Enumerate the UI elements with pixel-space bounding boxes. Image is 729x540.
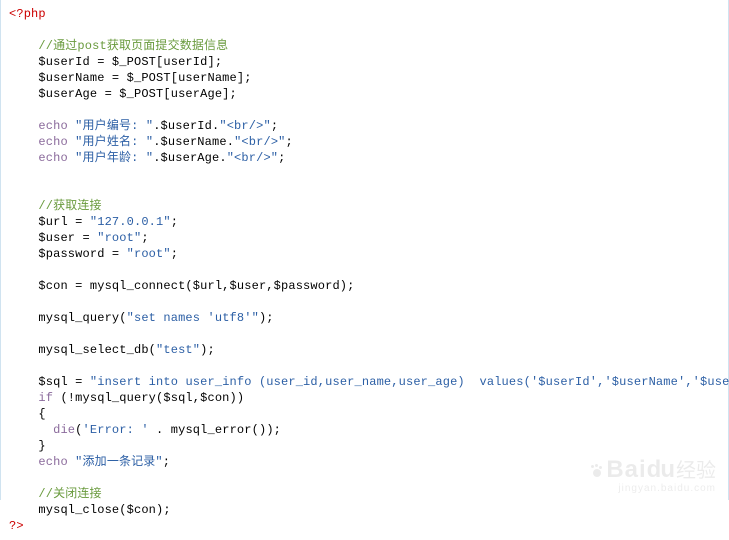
stmt: mysql_close($con); [38,503,170,517]
stmt: $userName = $_POST[userName]; [38,71,251,85]
stmt: $con = mysql_connect($url,$user,$passwor… [38,279,354,293]
stmt: $userAge = $_POST[userAge]; [38,87,236,101]
php-close-tag: ?> [9,519,24,533]
stmt: $userId = $_POST[userId]; [38,55,222,69]
comment-post: //通过post获取页面提交数据信息 [38,39,228,53]
code-block: <?php //通过post获取页面提交数据信息 $userId = $_POS… [1,0,728,540]
str: "用户编号: " [75,119,153,133]
echo-kw: echo [38,119,67,133]
if-kw: if [38,391,53,405]
comment-conn: //获取连接 [38,199,101,213]
php-open-tag: <?php [9,7,46,21]
comment-close: //关闭连接 [38,487,101,501]
die-kw: die [53,423,75,437]
